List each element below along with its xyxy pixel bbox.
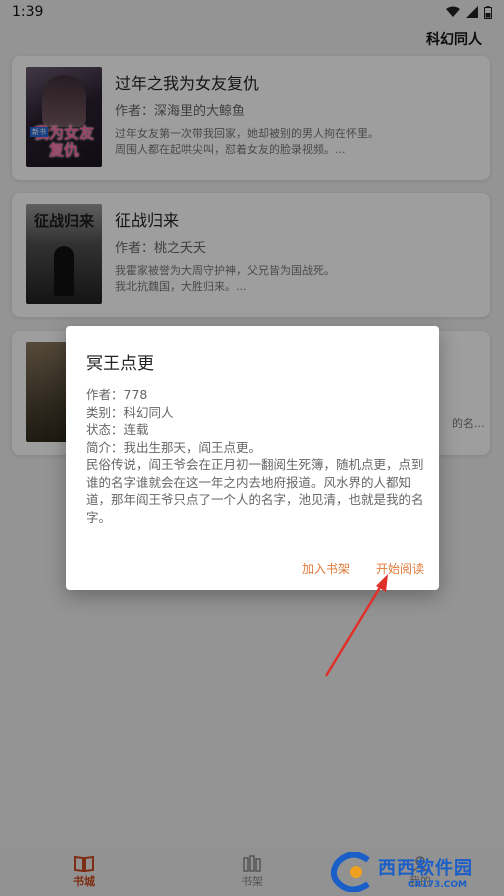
dialog-category: 类别：科幻同人 [86,404,174,420]
dialog-body: 作者：778 类别：科幻同人 状态：连载 简介：我出生那天，阎王点更。 民俗传说… [86,386,431,526]
watermark-url: CR173.COM [408,880,467,890]
watermark-logo-icon [330,852,370,892]
watermark: 西西软件园 CR173.COM [330,848,504,896]
annotation-arrow [324,574,388,677]
dialog-author: 作者：778 [86,387,148,402]
dialog-desc: 民俗传说，阎王爷会在正月初一翻阅生死簿，随机点更，点到谁的名字谁就会在这一年之内… [86,457,424,525]
dialog-state: 状态：连载 [86,422,149,437]
dialog-title: 冥王点更 [86,354,154,374]
dialog-intro: 简介：我出生那天，阎王点更。 [86,439,262,455]
book-detail-dialog: 冥王点更 作者：778 类别：科幻同人 状态：连载 简介：我出生那天，阎王点更。… [66,326,439,590]
watermark-brand: 西西软件园 [378,858,473,879]
